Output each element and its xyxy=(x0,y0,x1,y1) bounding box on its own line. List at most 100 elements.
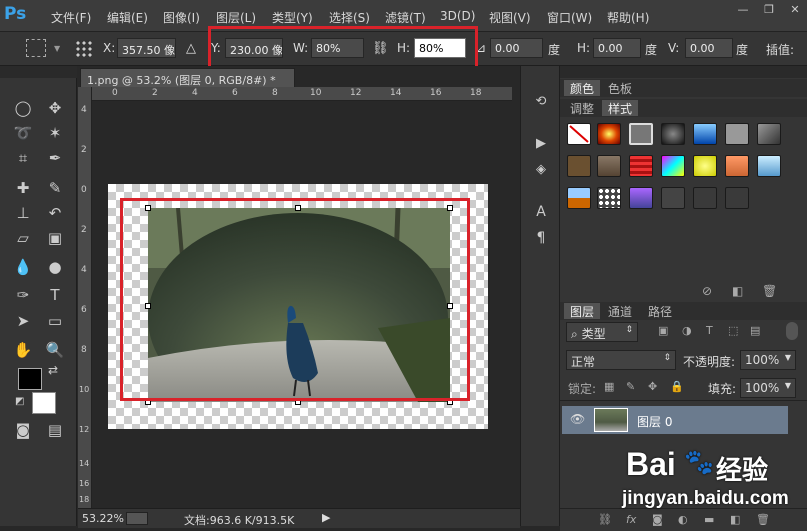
background-color-swatch[interactable] xyxy=(32,392,56,414)
link-layers-icon[interactable]: ⛓ xyxy=(598,513,612,526)
menu-type[interactable]: 类型(Y) xyxy=(272,9,313,26)
tab-styles[interactable]: 样式 xyxy=(602,100,639,116)
actions-panel-icon[interactable]: ▶ xyxy=(528,132,554,156)
tab-color[interactable]: 颜色 xyxy=(564,80,601,96)
foreground-color-swatch[interactable] xyxy=(18,368,42,390)
style-swatch[interactable] xyxy=(725,187,749,209)
crop-tool-icon[interactable]: ⌗ xyxy=(10,146,36,170)
marquee-tool-icon[interactable]: ◯ xyxy=(10,96,36,120)
filter-type-icon[interactable]: T xyxy=(706,324,713,337)
default-colors-icon[interactable]: ◩ xyxy=(15,396,24,407)
style-swatch[interactable] xyxy=(693,155,717,177)
filter-smart-object-icon[interactable]: ▤ xyxy=(750,324,760,337)
tab-layers[interactable]: 图层 xyxy=(564,303,601,319)
style-swatch-none[interactable] xyxy=(567,123,591,145)
style-swatch[interactable] xyxy=(757,123,781,145)
delta-icon[interactable]: △ xyxy=(186,41,196,56)
fill-field[interactable]: 100% ▼ xyxy=(740,378,796,398)
tab-swatches[interactable]: 色板 xyxy=(602,80,638,96)
close-button[interactable]: ✕ xyxy=(782,2,807,18)
quick-mask-icon[interactable]: ◙ xyxy=(10,418,36,442)
hskew-field[interactable]: 0.00 xyxy=(593,38,641,58)
tab-channels[interactable]: 通道 xyxy=(602,303,638,319)
lasso-tool-icon[interactable]: ➰ xyxy=(10,121,36,145)
eyedropper-tool-icon[interactable]: ✒ xyxy=(42,146,68,170)
menu-edit[interactable]: 编辑(E) xyxy=(107,9,148,26)
magic-wand-tool-icon[interactable]: ✶ xyxy=(42,121,68,145)
menu-filter[interactable]: 滤镜(T) xyxy=(385,9,426,26)
style-swatch[interactable] xyxy=(629,187,653,209)
document-tab[interactable]: 1.png @ 53.2% (图层 0, RGB/8#) * xyxy=(80,68,295,88)
blend-mode-select[interactable]: 正常 ⇕ xyxy=(566,350,676,370)
reference-point-icon[interactable] xyxy=(75,40,93,58)
lock-all-icon[interactable]: 🔒 xyxy=(670,380,684,393)
clear-style-icon[interactable]: ⊘ xyxy=(702,284,712,298)
new-layer-icon[interactable]: ◧ xyxy=(730,513,740,526)
lock-transparent-icon[interactable]: ▦ xyxy=(604,380,614,393)
path-selection-tool-icon[interactable]: ➤ xyxy=(10,309,36,333)
tab-paths[interactable]: 路径 xyxy=(642,303,678,319)
style-swatch[interactable] xyxy=(661,123,685,145)
history-panel-icon[interactable]: ⟲ xyxy=(528,90,554,114)
style-swatch[interactable] xyxy=(725,123,749,145)
lock-position-icon[interactable]: ✥ xyxy=(648,380,657,393)
clone-stamp-tool-icon[interactable]: ⊥ xyxy=(10,201,36,225)
chevron-down-icon[interactable]: ▼ xyxy=(54,44,60,53)
style-swatch[interactable] xyxy=(597,123,621,145)
adjustment-layer-icon[interactable]: ◐ xyxy=(678,513,688,526)
menu-image[interactable]: 图像(I) xyxy=(163,9,200,26)
menu-help[interactable]: 帮助(H) xyxy=(607,9,649,26)
type-tool-icon[interactable]: T xyxy=(42,283,68,307)
menu-select[interactable]: 选择(S) xyxy=(329,9,370,26)
layer-row[interactable]: 👁 图层 0 xyxy=(562,406,788,434)
brush-tool-icon[interactable]: ✎ xyxy=(42,176,68,200)
status-menu-arrow-icon[interactable]: ▶ xyxy=(322,511,330,524)
style-swatch[interactable] xyxy=(725,155,749,177)
filter-adjustment-icon[interactable]: ◑ xyxy=(682,324,692,337)
transform-icon[interactable] xyxy=(26,39,46,57)
delete-layer-icon[interactable]: 🗑 xyxy=(756,513,770,526)
new-style-icon[interactable]: ◧ xyxy=(732,284,743,298)
eraser-tool-icon[interactable]: ▱ xyxy=(10,226,36,250)
blur-tool-icon[interactable]: 💧 xyxy=(10,255,36,279)
filter-pixel-icon[interactable]: ▣ xyxy=(658,324,668,337)
zoom-preview-icon[interactable] xyxy=(126,512,148,525)
restore-button[interactable]: ❐ xyxy=(756,2,782,18)
group-icon[interactable]: ▬ xyxy=(704,513,714,526)
style-swatch[interactable] xyxy=(629,155,653,177)
rectangle-tool-icon[interactable]: ▭ xyxy=(42,309,68,333)
3d-panel-icon[interactable]: ◈ xyxy=(528,158,554,182)
delete-style-icon[interactable]: 🗑 xyxy=(762,284,777,298)
x-field[interactable]: 357.50 像 xyxy=(117,38,176,58)
tab-adjustments[interactable]: 调整 xyxy=(564,100,600,116)
layer-name[interactable]: 图层 0 xyxy=(637,413,672,430)
angle-field[interactable]: 0.00 xyxy=(490,38,543,58)
healing-brush-tool-icon[interactable]: ✚ xyxy=(10,176,36,200)
style-swatch[interactable] xyxy=(693,123,717,145)
history-brush-tool-icon[interactable]: ↶ xyxy=(42,201,68,225)
vskew-field[interactable]: 0.00 xyxy=(685,38,733,58)
menu-file[interactable]: 文件(F) xyxy=(51,9,91,26)
style-swatch[interactable] xyxy=(567,155,591,177)
style-swatch[interactable] xyxy=(597,155,621,177)
style-swatch[interactable] xyxy=(597,187,621,209)
fx-icon[interactable]: fx xyxy=(626,513,636,526)
style-swatch[interactable] xyxy=(693,187,717,209)
style-swatch[interactable] xyxy=(629,123,653,145)
filter-toggle[interactable] xyxy=(786,322,798,340)
menu-view[interactable]: 视图(V) xyxy=(489,9,531,26)
screen-mode-icon[interactable]: ▤ xyxy=(42,418,68,442)
style-swatch[interactable] xyxy=(757,155,781,177)
gradient-tool-icon[interactable]: ▣ xyxy=(42,226,68,250)
opacity-field[interactable]: 100% ▼ xyxy=(740,350,796,370)
pen-tool-icon[interactable]: ✑ xyxy=(10,283,36,307)
layer-filter-select[interactable]: ⌕ 类型 ⇕ xyxy=(566,322,638,342)
move-tool-icon[interactable]: ✥ xyxy=(42,96,68,120)
style-swatch[interactable] xyxy=(567,187,591,209)
swap-colors-icon[interactable]: ⇄ xyxy=(48,363,58,377)
menu-window[interactable]: 窗口(W) xyxy=(547,9,592,26)
style-swatch[interactable] xyxy=(661,187,685,209)
character-panel-icon[interactable]: A xyxy=(528,200,554,224)
filter-shape-icon[interactable]: ⬚ xyxy=(728,324,738,337)
visibility-eye-icon[interactable]: 👁 xyxy=(570,412,585,426)
